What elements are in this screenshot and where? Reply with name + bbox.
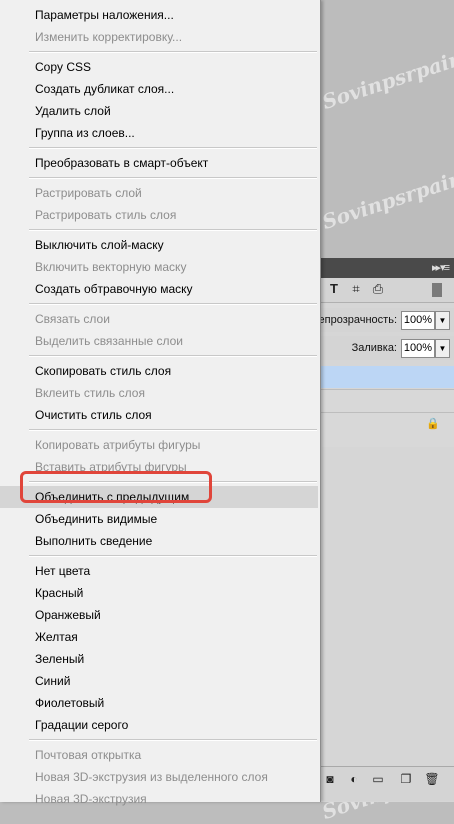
menu-item[interactable]: Объединить видимые <box>0 508 318 530</box>
filter-toggle-icon[interactable] <box>432 283 442 297</box>
new-layer-icon[interactable]: ❐ <box>398 771 414 787</box>
menu-item: Копировать атрибуты фигуры <box>35 438 201 452</box>
menu-item: Растрировать стиль слоя <box>35 208 177 222</box>
menu-item[interactable]: Copy CSS <box>0 56 318 78</box>
layer-context-menu: Параметры наложения... Изменить корректир… <box>0 0 321 806</box>
menu-separator <box>29 739 317 741</box>
menu-separator <box>29 303 317 305</box>
menu-item[interactable]: Зеленый <box>0 648 318 670</box>
menu-item[interactable]: Желтая <box>0 626 318 648</box>
menu-separator <box>29 147 317 149</box>
menu-item: Вставить атрибуты фигуры <box>35 460 187 474</box>
panel-tab-bar: ▸▸ ▾≡ <box>320 258 454 279</box>
lock-icon: 🔒 <box>426 418 440 430</box>
layers-panel: ▸▸ ▾≡ T ⌗ ⎙ Непрозрачность: 100% ▼ Залив… <box>311 258 454 802</box>
menu-item[interactable]: Выполнить сведение <box>0 530 318 552</box>
menu-item: Включить векторную маску <box>35 260 187 274</box>
menu-item[interactable]: Создать обтравочную маску <box>0 278 318 300</box>
menu-separator <box>29 51 317 53</box>
menu-separator <box>29 481 317 483</box>
menu-item[interactable]: Красный <box>0 582 318 604</box>
menu-item[interactable]: Преобразовать в смарт-объект <box>0 152 318 174</box>
menu-item: Вклеить стиль слоя <box>35 386 145 400</box>
menu-item[interactable]: Объединить с предыдущим <box>0 486 318 508</box>
trash-icon[interactable]: 🗑 <box>424 771 440 787</box>
fill-label: Заливка: <box>351 342 397 354</box>
menu-separator <box>29 429 317 431</box>
menu-item[interactable]: Очистить стиль слоя <box>0 404 318 426</box>
menu-separator <box>29 555 317 557</box>
menu-item[interactable]: Оранжевый <box>0 604 318 626</box>
mask-icon[interactable]: ◙ <box>322 771 338 787</box>
adjustment-icon[interactable]: ◐ <box>346 771 362 787</box>
filter-toolbar: T ⌗ ⎙ <box>320 278 454 303</box>
menu-item[interactable]: Градации серого <box>0 714 318 736</box>
layer-row[interactable] <box>320 389 454 412</box>
menu-item[interactable]: Выключить слой-маску <box>0 234 318 256</box>
folder-icon[interactable]: ▭ <box>370 771 386 787</box>
opacity-input[interactable]: 100% <box>401 311 435 330</box>
panel-menu-icon[interactable]: ▸▸ ▾≡ <box>432 261 450 274</box>
menu-separator <box>29 177 317 179</box>
opacity-label: Непрозрачность: <box>310 314 397 326</box>
menu-item: Почтовая открытка <box>35 748 142 762</box>
menu-item: Растрировать слой <box>35 186 142 200</box>
opacity-row: Непрозрачность: 100% ▼ <box>311 308 454 332</box>
fill-row: Заливка: 100% ▼ <box>320 336 454 360</box>
menu-item: Связать слои <box>35 312 110 326</box>
menu-item[interactable]: Группа из слоев... <box>0 122 318 144</box>
chevron-down-icon[interactable]: ▼ <box>435 311 450 330</box>
menu-item[interactable]: Нет цвета <box>0 560 318 582</box>
layer-row[interactable]: 🔒 <box>320 412 454 447</box>
menu-item[interactable]: Параметры наложения... <box>0 4 318 26</box>
fill-input[interactable]: 100% <box>401 339 435 358</box>
menu-item[interactable]: Создать дубликат слоя... <box>0 78 318 100</box>
transform-icon[interactable]: ⌗ <box>348 281 364 297</box>
menu-item[interactable]: Скопировать стиль слоя <box>0 360 318 382</box>
menu-item: Изменить корректировку... <box>35 30 183 44</box>
menu-item[interactable]: Удалить слой <box>0 100 318 122</box>
menu-separator <box>29 355 317 357</box>
menu-item: Выделить связанные слои <box>35 334 184 348</box>
menu-separator <box>29 229 317 231</box>
menu-item: Новая 3D-экструзия из выделенного слоя <box>35 770 268 784</box>
menu-item[interactable]: Фиолетовый <box>0 692 318 714</box>
type-icon[interactable]: T <box>326 281 342 297</box>
menu-item: Новая 3D-экструзия <box>35 792 147 806</box>
layer-row-selected[interactable] <box>320 366 454 388</box>
smart-object-icon[interactable]: ⎙ <box>370 281 386 297</box>
panel-bottom-toolbar: ◙ ◐ ▭ ❐ 🗑 <box>320 766 454 801</box>
chevron-down-icon[interactable]: ▼ <box>435 339 450 358</box>
menu-item[interactable]: Синий <box>0 670 318 692</box>
